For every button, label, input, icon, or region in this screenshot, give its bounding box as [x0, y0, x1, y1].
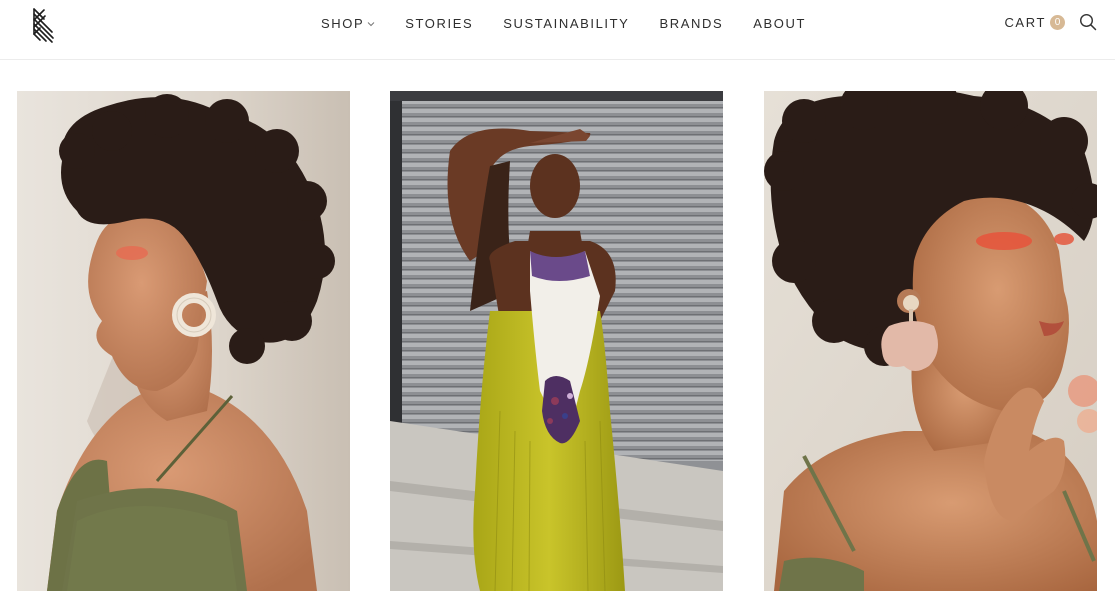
gallery-image-hoop-earring[interactable] [17, 91, 350, 591]
gallery-image-petal-earring[interactable] [764, 91, 1097, 591]
nav-item-label: BRANDS [659, 16, 724, 31]
header-tools: CART 0 [1004, 13, 1097, 31]
model-photo [17, 91, 350, 591]
nav-item-label: SHOP [320, 16, 365, 31]
nav-item-brands[interactable]: BRANDS [659, 16, 723, 31]
nav-item-shop[interactable]: SHOP [321, 16, 375, 31]
main-nav: SHOP STORIES SUSTAINABILITY BRANDS ABOUT [0, 0, 1115, 47]
gallery-image-yellow-dress[interactable] [390, 91, 723, 591]
nav-item-label: ABOUT [753, 16, 807, 31]
cart-label: CART [1004, 14, 1046, 30]
cart-link[interactable]: CART 0 [1004, 14, 1065, 30]
site-header: SHOP STORIES SUSTAINABILITY BRANDS ABOUT… [0, 0, 1115, 60]
nav-item-label: SUSTAINABILITY [503, 16, 630, 31]
nav-item-stories[interactable]: STORIES [405, 16, 473, 31]
nav-item-sustainability[interactable]: SUSTAINABILITY [503, 16, 629, 31]
nav-item-label: STORIES [405, 16, 474, 31]
editorial-gallery [17, 91, 1098, 591]
cart-count-badge: 0 [1050, 14, 1065, 30]
model-photo [390, 91, 723, 591]
nav-item-about[interactable]: ABOUT [753, 16, 806, 31]
search-icon[interactable] [1079, 13, 1097, 31]
model-photo [764, 91, 1097, 591]
chevron-down-icon [367, 21, 375, 26]
